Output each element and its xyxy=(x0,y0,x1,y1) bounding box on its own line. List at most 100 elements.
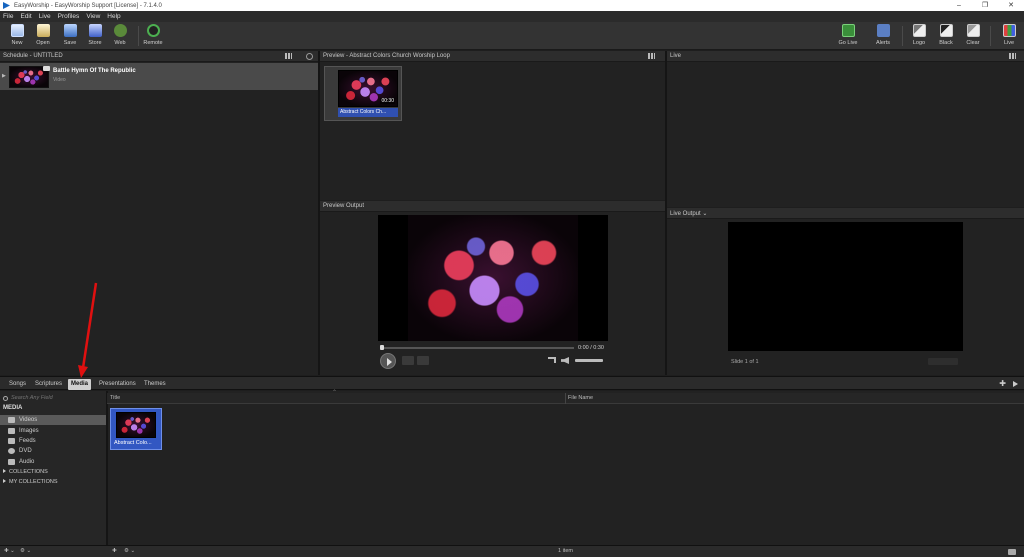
clear-screen-icon xyxy=(966,24,980,37)
seek-bar[interactable] xyxy=(381,347,574,349)
expand-caret-icon xyxy=(3,479,6,483)
title-bar: EasyWorship - EasyWorship Support [Licen… xyxy=(0,0,1024,11)
grid-view-icon[interactable] xyxy=(648,53,655,59)
live-controls[interactable] xyxy=(928,358,958,365)
status-bar: ✚ ⌄ ⚙ ⌄ ✚ ⚙ ⌄ 1 item xyxy=(0,545,1024,557)
black-screen-icon xyxy=(939,24,953,37)
preview-slide[interactable]: 00:30 Abstract Colors Ch... xyxy=(324,66,402,121)
tab-scriptures[interactable]: Scriptures xyxy=(32,379,65,390)
volume-slider[interactable] xyxy=(575,359,603,362)
grid-view-icon[interactable] xyxy=(285,53,292,59)
video-badge-icon xyxy=(43,66,50,71)
store-icon xyxy=(88,24,102,37)
store-button[interactable]: Store xyxy=(83,24,107,46)
open-button[interactable]: Open xyxy=(31,24,55,46)
alert-icon xyxy=(876,24,890,37)
toolbar-divider xyxy=(990,26,991,46)
feed-icon xyxy=(8,438,15,444)
play-button[interactable] xyxy=(380,353,396,369)
maximize-button[interactable]: ❐ xyxy=(972,0,998,11)
media-thumbnail xyxy=(116,412,156,438)
new-document-icon xyxy=(10,24,24,37)
schedule-panel xyxy=(0,51,318,375)
logo-screen-icon xyxy=(912,24,926,37)
schedule-item[interactable]: ▶ Battle Hymn Of The Republic Video xyxy=(0,63,318,90)
tree-item-images[interactable]: Images xyxy=(0,426,106,436)
media-item-caption: Abstract Colo... xyxy=(114,440,152,446)
clear-button[interactable]: Clear xyxy=(961,24,985,46)
folder-icon xyxy=(36,24,50,37)
settings-menu-icon[interactable]: ⚙ ⌄ xyxy=(20,548,31,554)
preview-video-frame xyxy=(408,215,578,341)
slide-caption: Abstract Colors Ch... xyxy=(338,108,398,117)
menu-live[interactable]: Live xyxy=(39,13,51,20)
close-button[interactable]: ✕ xyxy=(998,0,1024,11)
play-indicator-icon: ▶ xyxy=(2,73,6,79)
tab-presentations[interactable]: Presentations xyxy=(96,379,139,390)
expand-arrow-icon[interactable] xyxy=(1013,381,1018,387)
search-input[interactable] xyxy=(11,395,91,401)
previous-button[interactable] xyxy=(402,356,414,365)
tab-songs[interactable]: Songs xyxy=(6,379,29,390)
column-title[interactable]: Title xyxy=(110,395,120,401)
add-menu-icon[interactable]: ✚ ⌄ xyxy=(4,548,15,554)
menu-file[interactable]: File xyxy=(3,13,13,20)
tab-themes[interactable]: Themes xyxy=(141,379,169,390)
view-mode-icon[interactable] xyxy=(1008,549,1016,555)
grid-view-icon[interactable] xyxy=(1009,53,1016,59)
web-button[interactable]: Web xyxy=(108,24,132,46)
options-menu-icon[interactable]: ⚙ ⌄ xyxy=(124,548,135,554)
tree-item-feeds[interactable]: Feeds xyxy=(0,436,106,446)
minimize-button[interactable]: – xyxy=(946,0,972,11)
remote-button[interactable]: Remote xyxy=(141,24,165,46)
tree-group-collections[interactable]: COLLECTIONS xyxy=(3,469,48,475)
next-button[interactable] xyxy=(417,356,429,365)
live-output-icon xyxy=(1002,24,1016,37)
live-header: Live xyxy=(667,51,1024,62)
add-item-icon[interactable]: ✚ xyxy=(112,548,117,554)
menu-help[interactable]: Help xyxy=(107,13,120,20)
loop-icon[interactable] xyxy=(548,357,556,363)
logo-button[interactable]: Logo xyxy=(907,24,931,46)
schedule-item-title: Battle Hymn Of The Republic xyxy=(53,68,136,74)
main-toolbar: New Open Save Store Web Remote Go Live A… xyxy=(0,22,1024,50)
preview-output-header: Preview Output xyxy=(320,201,665,212)
column-divider[interactable] xyxy=(565,393,566,404)
column-file-name[interactable]: File Name xyxy=(568,395,593,401)
schedule-header: Schedule - UNTITLED xyxy=(0,51,318,62)
gear-icon[interactable] xyxy=(306,53,313,60)
video-icon xyxy=(8,417,15,423)
tree-item-dvd[interactable]: DVD xyxy=(0,446,106,456)
live-button[interactable]: Live xyxy=(997,24,1021,46)
live-output-screen xyxy=(728,222,963,351)
seek-handle[interactable] xyxy=(380,345,384,350)
add-icon[interactable]: ✚ xyxy=(999,379,1006,388)
easyworship-logo-icon xyxy=(3,2,10,9)
tree-item-videos[interactable]: Videos xyxy=(0,415,106,425)
slide-count: Slide 1 of 1 xyxy=(731,359,759,365)
go-live-button[interactable]: Go Live xyxy=(836,24,860,46)
menu-view[interactable]: View xyxy=(86,13,100,20)
tab-media[interactable]: Media xyxy=(68,379,92,390)
globe-icon xyxy=(113,24,127,37)
tree-group-my-collections[interactable]: MY COLLECTIONS xyxy=(3,479,58,485)
menu-edit[interactable]: Edit xyxy=(20,13,31,20)
toolbar-divider xyxy=(138,26,139,46)
black-button[interactable]: Black xyxy=(934,24,958,46)
expand-caret-icon xyxy=(3,469,6,473)
schedule-item-subtitle: Video xyxy=(53,77,66,83)
new-button[interactable]: New xyxy=(5,24,29,46)
menu-bar: File Edit Live Profiles View Help xyxy=(0,11,1024,22)
live-panel xyxy=(667,51,1024,207)
search-icon[interactable] xyxy=(3,395,8,401)
floppy-disk-icon xyxy=(63,24,77,37)
menu-profiles[interactable]: Profiles xyxy=(58,13,80,20)
window-controls: – ❐ ✕ xyxy=(946,0,1024,11)
audio-icon xyxy=(8,459,15,465)
remote-signal-icon xyxy=(146,24,160,37)
media-item[interactable]: Abstract Colo... xyxy=(110,408,162,450)
save-button[interactable]: Save xyxy=(58,24,82,46)
live-output-header[interactable]: Live Output ⌄ xyxy=(667,208,1024,219)
tree-item-audio[interactable]: Audio xyxy=(0,457,106,467)
alerts-button[interactable]: Alerts xyxy=(871,24,895,46)
